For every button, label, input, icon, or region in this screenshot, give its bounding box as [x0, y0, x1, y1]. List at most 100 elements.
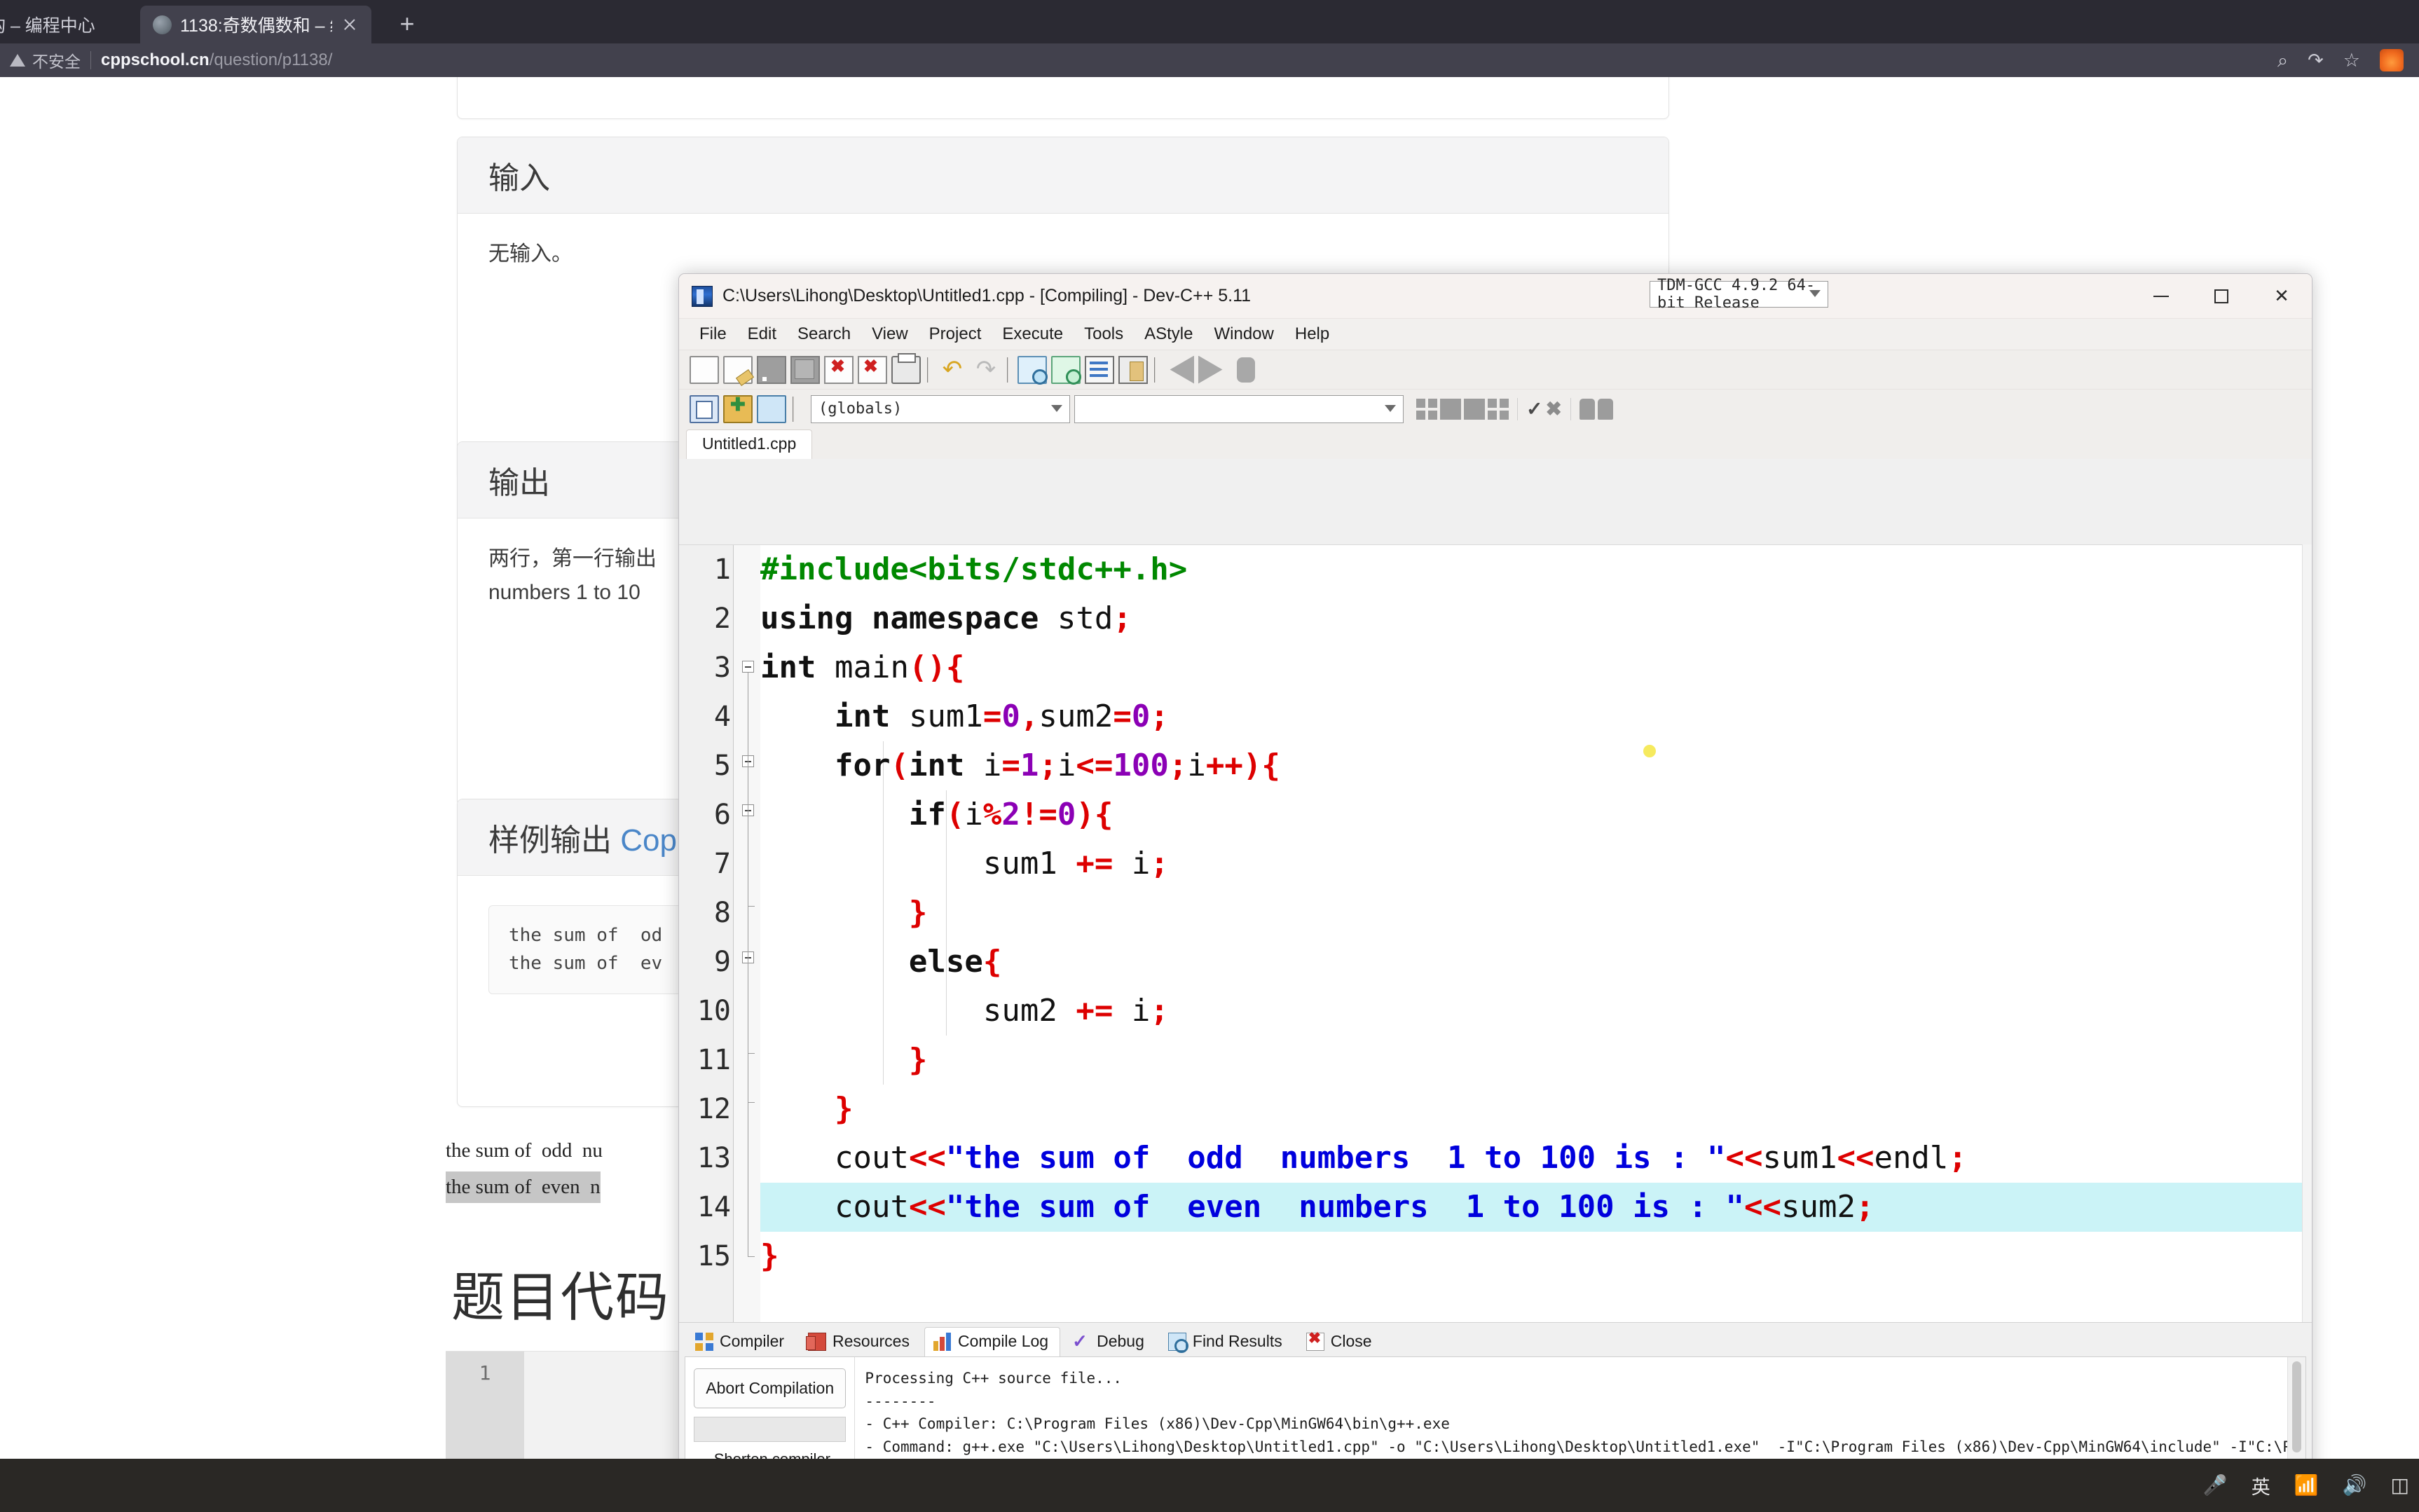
- copy-link[interactable]: Cop: [620, 823, 677, 858]
- menu-window[interactable]: Window: [1204, 322, 1284, 347]
- add-to-project-icon[interactable]: [723, 394, 753, 423]
- close-icon[interactable]: [341, 15, 359, 34]
- devcpp-titlebar[interactable]: C:\Users\Lihong\Desktop\Untitled1.cpp - …: [679, 274, 2312, 319]
- save-icon[interactable]: [757, 355, 786, 384]
- open-project-icon[interactable]: [757, 394, 786, 423]
- save-all-icon[interactable]: [790, 355, 820, 384]
- find-icon[interactable]: [1017, 355, 1048, 385]
- close-file-icon[interactable]: [824, 355, 854, 384]
- code-line-14[interactable]: cout<<"the sum of even numbers 1 to 100 …: [760, 1183, 2312, 1232]
- editor-code-area[interactable]: #include<bits/stdc++.h> using namespace …: [760, 545, 2312, 1322]
- redo-icon[interactable]: ↷: [971, 356, 1001, 384]
- close-icon[interactable]: ✕: [2252, 274, 2312, 318]
- back-icon[interactable]: [1170, 355, 1194, 384]
- code-line-12[interactable]: }: [760, 1085, 2312, 1134]
- code-editor[interactable]: 1 2 3 4 5 6 7 8 9 10 11 12 13 14 15 #inc…: [679, 544, 2312, 1322]
- devcpp-window[interactable]: C:\Users\Lihong\Desktop\Untitled1.cpp - …: [678, 273, 2312, 1512]
- menu-edit[interactable]: Edit: [737, 322, 787, 347]
- insert-icon[interactable]: [1237, 357, 1255, 383]
- code-line-5[interactable]: for(int i=1;i<=100;i++){: [760, 741, 2312, 790]
- volume-icon[interactable]: 🔊: [2343, 1476, 2367, 1495]
- code-line-3[interactable]: int main(){: [760, 643, 2312, 692]
- menu-execute[interactable]: Execute: [992, 322, 1074, 347]
- menu-help[interactable]: Help: [1284, 322, 1340, 347]
- editor-fold-column[interactable]: [734, 545, 760, 1322]
- browser-layout-icon[interactable]: [1416, 398, 1437, 420]
- code-line-10[interactable]: sum2 += i;: [760, 987, 2312, 1036]
- tab-compile-log[interactable]: Compile Log: [924, 1327, 1061, 1356]
- browser-columns-icon[interactable]: [1440, 398, 1461, 420]
- editor-file-tab[interactable]: Untitled1.cpp: [686, 429, 813, 459]
- tab-find-results-label: Find Results: [1192, 1332, 1282, 1350]
- forward-icon[interactable]: [1198, 355, 1223, 384]
- url-path: /question/p1138/: [209, 50, 333, 69]
- security-warning[interactable]: 不安全: [10, 48, 81, 72]
- class-browser-toolbar: ✓ ✖: [1416, 397, 1613, 420]
- abort-compilation-button[interactable]: Abort Compilation: [694, 1368, 847, 1408]
- undo-icon[interactable]: ↶: [938, 356, 967, 384]
- minimize-icon[interactable]: [2131, 274, 2191, 318]
- new-tab-button[interactable]: +: [392, 10, 422, 39]
- tab-debug[interactable]: ✓ Debug: [1063, 1327, 1156, 1356]
- devcpp-toolbar-row1: ↶ ↷ TDM-GCC 4.9.2 64-bit Release: [679, 277, 2312, 389]
- browser-grid-icon[interactable]: [1488, 398, 1509, 420]
- code-line-1[interactable]: #include<bits/stdc++.h>: [760, 545, 2312, 594]
- code-line-8[interactable]: }: [760, 888, 2312, 937]
- code-line-7[interactable]: sum1 += i;: [760, 839, 2312, 888]
- open-file-icon[interactable]: [723, 355, 753, 384]
- browser-panel-icon[interactable]: [1464, 398, 1485, 420]
- tab-resources[interactable]: Resources: [799, 1327, 921, 1356]
- tab-find-results[interactable]: Find Results: [1159, 1327, 1294, 1356]
- code-line-11[interactable]: }: [760, 1036, 2312, 1085]
- microphone-icon[interactable]: 🎤: [2203, 1476, 2228, 1495]
- profile-icon[interactable]: [1579, 398, 1595, 420]
- battery-icon[interactable]: ◫: [2391, 1476, 2409, 1495]
- firefox-account-icon[interactable]: [2380, 49, 2404, 71]
- tab-close-panel-label: Close: [1330, 1332, 1372, 1350]
- print-icon[interactable]: [891, 352, 921, 384]
- code-line-6[interactable]: if(i%2!=0){: [760, 790, 2312, 839]
- profile-alt-icon[interactable]: [1597, 398, 1613, 420]
- maximize-icon[interactable]: [2191, 274, 2252, 318]
- compiler-select[interactable]: TDM-GCC 4.9.2 64-bit Release: [1650, 277, 1828, 312]
- replace-icon[interactable]: [1051, 355, 1081, 385]
- code-line-15[interactable]: }: [760, 1232, 2312, 1281]
- indent-icon[interactable]: [1118, 355, 1148, 384]
- tab-compiler[interactable]: Compiler: [686, 1327, 796, 1356]
- close-all-icon[interactable]: [858, 355, 887, 384]
- new-file-icon[interactable]: [690, 355, 719, 384]
- share-icon[interactable]: ↷: [2308, 50, 2324, 70]
- menu-tools[interactable]: Tools: [1074, 322, 1134, 347]
- line-number: 14: [697, 1191, 731, 1223]
- code-line-13[interactable]: cout<<"the sum of odd numbers 1 to 100 i…: [760, 1134, 2312, 1183]
- debug-check-icon: ✓: [1072, 1330, 1088, 1352]
- zoom-in-icon[interactable]: ⌕: [2277, 50, 2288, 70]
- ime-english-label[interactable]: 英: [2252, 1472, 2270, 1499]
- menu-view[interactable]: View: [861, 322, 919, 347]
- fold-end-marker: [748, 1256, 755, 1257]
- goto-line-icon[interactable]: [1085, 355, 1114, 384]
- wifi-icon[interactable]: 📶: [2294, 1476, 2319, 1495]
- scope-select[interactable]: (globals): [811, 394, 1070, 423]
- new-project-icon[interactable]: [690, 394, 719, 423]
- check-icon[interactable]: ✓: [1526, 397, 1542, 420]
- line-number: 5: [713, 750, 731, 782]
- fold-toggle-line3[interactable]: [742, 661, 754, 673]
- bookmark-star-icon[interactable]: ☆: [2343, 50, 2360, 70]
- code-line-2[interactable]: using namespace std;: [760, 594, 2312, 643]
- compile-progress-bar: [694, 1417, 847, 1442]
- compiler-select-value: TDM-GCC 4.9.2 64-bit Release: [1657, 277, 1816, 312]
- code-line-9[interactable]: else{: [760, 937, 2312, 987]
- menu-astyle[interactable]: AStyle: [1134, 322, 1203, 347]
- menu-file[interactable]: File: [689, 322, 737, 347]
- browser-tab-2[interactable]: 1138:奇数偶数和 – 编程中心: [140, 6, 371, 43]
- abort-x-icon[interactable]: ✖: [1545, 397, 1561, 420]
- menu-search[interactable]: Search: [787, 322, 861, 347]
- code-line-4[interactable]: int sum1=0,sum2=0;: [760, 692, 2312, 741]
- tab-close-panel[interactable]: Close: [1297, 1327, 1384, 1356]
- member-select[interactable]: [1074, 394, 1404, 423]
- editor-vertical-scrollbar[interactable]: [2302, 544, 2312, 1322]
- scrollbar-thumb[interactable]: [2292, 1361, 2301, 1452]
- menu-project[interactable]: Project: [919, 322, 992, 347]
- url-bar[interactable]: cppschool.cn/question/p1138/: [101, 50, 332, 70]
